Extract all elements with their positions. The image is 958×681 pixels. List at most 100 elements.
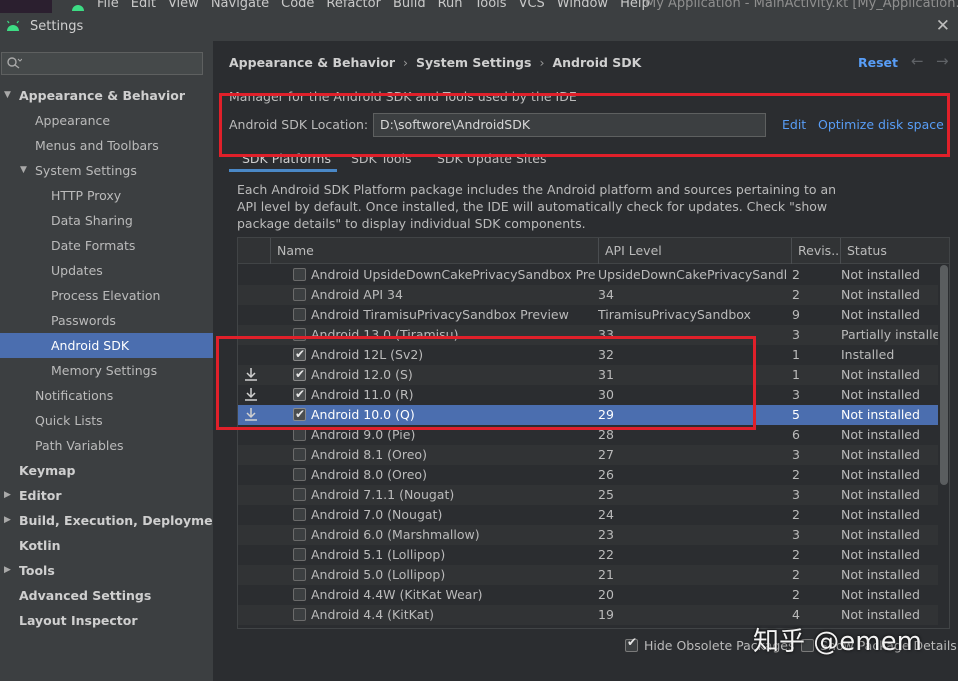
sidebar-item-label: Kotlin — [19, 538, 61, 553]
sidebar-item-label: Path Variables — [35, 438, 124, 453]
close-icon[interactable]: ✕ — [936, 16, 950, 36]
menu-item-view[interactable]: View — [168, 0, 199, 11]
install-status: Installed — [841, 347, 895, 362]
sidebar-item-http-proxy[interactable]: HTTP Proxy — [0, 183, 213, 208]
checkbox-unchecked-icon[interactable] — [293, 468, 306, 481]
revision: 9 — [792, 307, 800, 322]
table-row[interactable]: Android 5.1 (Lollipop) 22 2 Not installed — [238, 545, 938, 565]
table-row[interactable]: Android 8.1 (Oreo) 27 3 Not installed — [238, 445, 938, 465]
checkbox-unchecked-icon[interactable] — [293, 508, 306, 521]
checkbox-unchecked-icon[interactable] — [293, 268, 306, 281]
api-level: 25 — [598, 487, 614, 502]
breadcrumb-item[interactable]: System Settings — [416, 55, 531, 70]
sidebar-item-memory-settings[interactable]: Memory Settings — [0, 358, 213, 383]
sidebar-item-updates[interactable]: Updates — [0, 258, 213, 283]
table-scrollbar[interactable] — [940, 265, 948, 485]
platform-name: Android 5.1 (Lollipop) — [311, 547, 446, 562]
breadcrumb: Appearance & Behavior › System Settings › An… — [229, 55, 641, 70]
menu-item-build[interactable]: Build — [393, 0, 426, 11]
sidebar-item-data-sharing[interactable]: Data Sharing — [0, 208, 213, 233]
sidebar-item-appearance[interactable]: Appearance — [0, 108, 213, 133]
sidebar-item-menus-and-toolbars[interactable]: Menus and Toolbars — [0, 133, 213, 158]
sidebar-item-advanced-settings[interactable]: Advanced Settings — [0, 583, 213, 608]
checkbox-unchecked-icon[interactable] — [293, 568, 306, 581]
column-header-name[interactable]: Name — [270, 238, 598, 264]
install-status: Not installed — [841, 567, 920, 582]
checkbox-unchecked-icon[interactable] — [293, 288, 306, 301]
table-row[interactable]: Android 6.0 (Marshmallow) 23 3 Not installe… — [238, 525, 938, 545]
menu-item-refactor[interactable]: Refactor — [326, 0, 381, 11]
chevron-down-icon[interactable]: ▼ — [4, 83, 11, 108]
sidebar-item-label: Editor — [19, 488, 62, 503]
sidebar-item-android-sdk[interactable]: Android SDK — [0, 333, 213, 358]
column-header-status[interactable]: Status — [840, 238, 949, 264]
install-status: Not installed — [841, 447, 920, 462]
sidebar-item-appearance-behavior[interactable]: ▼ Appearance & Behavior — [0, 83, 213, 108]
table-row[interactable]: Android 4.4W (KitKat Wear) 20 2 Not install… — [238, 585, 938, 605]
checkbox-unchecked-icon[interactable] — [293, 448, 306, 461]
sidebar-item-date-formats[interactable]: Date Formats — [0, 233, 213, 258]
sidebar-item-process-elevation[interactable]: Process Elevation — [0, 283, 213, 308]
install-status: Not installed — [841, 427, 920, 442]
table-row[interactable]: Android 8.0 (Oreo) 26 2 Not installed — [238, 465, 938, 485]
forward-arrow-icon[interactable]: → — [936, 52, 949, 70]
revision: 3 — [792, 327, 800, 342]
menu-item-tools[interactable]: Tools — [475, 0, 507, 11]
sidebar-item-path-variables[interactable]: Path Variables — [0, 433, 213, 458]
menu-item-code[interactable]: Code — [281, 0, 314, 11]
checkbox-unchecked-icon[interactable] — [293, 308, 306, 321]
table-row[interactable]: Android 5.0 (Lollipop) 21 2 Not installed — [238, 565, 938, 585]
table-row[interactable]: Android 7.0 (Nougat) 24 2 Not installed — [238, 505, 938, 525]
menu-item-vcs[interactable]: VCS — [519, 0, 545, 11]
table-row[interactable]: Android 7.1.1 (Nougat) 25 3 Not installed — [238, 485, 938, 505]
breadcrumb-item[interactable]: Appearance & Behavior — [229, 55, 395, 70]
sidebar-item-keymap[interactable]: Keymap — [0, 458, 213, 483]
platform-name: Android API 34 — [311, 287, 403, 302]
checkbox-unchecked-icon[interactable] — [293, 528, 306, 541]
annotation-box-sdk-location — [219, 93, 950, 157]
back-arrow-icon[interactable]: ← — [911, 52, 924, 70]
sidebar-item-build-execution-deployment[interactable]: ▶ Build, Execution, Deployment — [0, 508, 227, 533]
sidebar-item-tools[interactable]: ▶ Tools — [0, 558, 213, 583]
checkbox-unchecked-icon[interactable] — [293, 488, 306, 501]
platform-name: Android 5.0 (Lollipop) — [311, 567, 446, 582]
checkbox-unchecked-icon[interactable] — [293, 588, 306, 601]
sidebar-item-passwords[interactable]: Passwords — [0, 308, 213, 333]
chevron-right-icon[interactable]: ▶ — [4, 508, 11, 533]
sidebar-item-kotlin[interactable]: Kotlin — [0, 533, 213, 558]
sidebar-item-label: Tools — [19, 563, 55, 578]
api-level: 20 — [598, 587, 614, 602]
api-level: 26 — [598, 467, 614, 482]
sidebar-item-notifications[interactable]: Notifications — [0, 383, 213, 408]
menu-item-window[interactable]: Window — [557, 0, 608, 11]
table-row[interactable]: Android UpsideDownCakePrivacySandbox Pre… — [238, 265, 938, 285]
checkbox-checked-icon: ✔ — [625, 635, 638, 652]
sidebar-item-layout-inspector[interactable]: Layout Inspector — [0, 608, 213, 633]
settings-search-input[interactable] — [1, 52, 203, 75]
revision: 2 — [792, 567, 800, 582]
sidebar-item-system-settings[interactable]: ▼ System Settings — [0, 158, 213, 183]
table-row[interactable]: Android TiramisuPrivacySandbox Preview Ti… — [238, 305, 938, 325]
column-header-revision[interactable]: Revis... — [791, 238, 840, 264]
menu-item-run[interactable]: Run — [438, 0, 463, 11]
chevron-right-icon[interactable]: ▶ — [4, 483, 11, 508]
sidebar-item-editor[interactable]: ▶ Editor — [0, 483, 213, 508]
menu-item-navigate[interactable]: Navigate — [211, 0, 269, 11]
active-tab-indicator — [229, 169, 337, 172]
checkbox-unchecked-icon[interactable] — [293, 608, 306, 621]
chevron-right-icon[interactable]: ▶ — [4, 558, 11, 583]
checkbox-unchecked-icon[interactable] — [293, 548, 306, 561]
chevron-down-icon[interactable]: ▼ — [20, 158, 27, 183]
reset-button[interactable]: Reset — [858, 55, 898, 70]
table-row[interactable]: Android API 34 34 2 Not installed — [238, 285, 938, 305]
sidebar-item-label: System Settings — [35, 163, 137, 178]
sidebar-item-label: Notifications — [35, 388, 114, 403]
menu-item-file[interactable]: File — [97, 0, 119, 11]
sidebar-item-label: Date Formats — [51, 238, 136, 253]
menu-item-edit[interactable]: Edit — [131, 0, 156, 11]
sidebar-item-label: Advanced Settings — [19, 588, 152, 603]
column-header-api-level[interactable]: API Level — [598, 238, 791, 264]
platform-name: Android 8.1 (Oreo) — [311, 447, 427, 462]
sidebar-item-label: Appearance — [35, 113, 111, 128]
sidebar-item-quick-lists[interactable]: Quick Lists — [0, 408, 213, 433]
